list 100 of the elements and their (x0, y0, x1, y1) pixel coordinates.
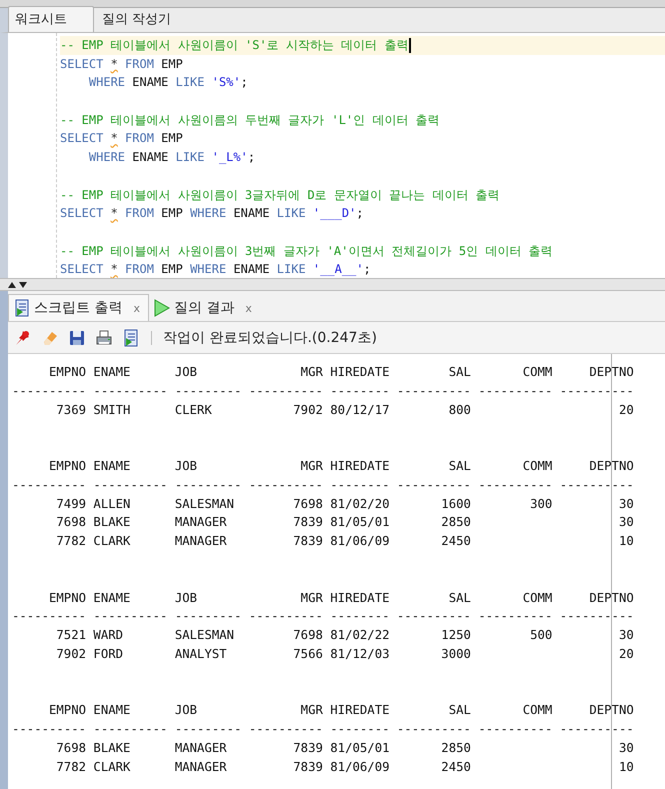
dash-rule: ---------- (560, 721, 634, 738)
table-cell-text: 7839 (292, 740, 323, 757)
table-cell-text: 81/12/03 (330, 646, 390, 663)
table-cell-text: SALESMAN (174, 627, 236, 644)
table-cell-text: MANAGER (174, 533, 228, 550)
table-cell-text: 81/06/09 (330, 758, 390, 776)
table-cell-text: 7839 (292, 533, 323, 550)
table-cell-text: 81/02/22 (330, 627, 390, 644)
table-cell-text: CLARK (93, 533, 132, 550)
column-header: ENAME (93, 458, 132, 475)
column-header: SAL (448, 364, 471, 381)
text-caret (409, 38, 412, 53)
table-cell-text: 300 (529, 496, 552, 513)
dash-rule: -------- (330, 721, 390, 738)
table-cell-text: 10 (618, 533, 634, 550)
table-cell-text: 81/06/09 (330, 533, 390, 550)
column-header: COMM (522, 590, 552, 607)
editor-tab[interactable]: 질의 작성기 (96, 7, 184, 32)
code-line: WHERE ENAME LIKE 'S%'; (88, 74, 248, 92)
column-header: DEPTNO (588, 590, 634, 607)
dash-rule: ---------- (478, 721, 552, 738)
table-cell-text: 80/12/17 (330, 402, 390, 419)
table-cell-text: 30 (618, 496, 634, 513)
close-button[interactable]: x (133, 302, 140, 314)
table-cell-text: 7698 (292, 496, 323, 513)
dash-rule: -------- (330, 608, 390, 626)
table-cell-text: 7782 (55, 758, 86, 776)
column-header: MGR (300, 364, 323, 381)
dash-rule: ---------- (12, 721, 86, 738)
column-header: ENAME (93, 364, 132, 381)
column-header: EMPNO (48, 364, 86, 381)
column-header: JOB (174, 458, 198, 475)
table-cell-text: 7698 (55, 514, 86, 532)
dash-rule: ---------- (478, 476, 552, 494)
dash-rule: ---------- (478, 608, 552, 626)
column-header: COMM (522, 364, 552, 381)
dash-rule: --------- (174, 382, 242, 400)
table-cell-text: 7698 (55, 740, 86, 757)
dash-rule: ---------- (93, 476, 168, 494)
table-cell-text: 2450 (440, 758, 471, 776)
column-header: HIREDATE (330, 364, 390, 381)
table-cell-text: 800 (448, 402, 471, 419)
table-cell-text: 20 (618, 402, 634, 419)
table-cell-text: 7698 (292, 627, 323, 644)
status-text: 작업이 완료되었습니다.(0.247초) (163, 328, 377, 346)
table-cell-text: ALLEN (93, 496, 132, 513)
table-cell-text: CLARK (93, 758, 132, 776)
dash-rule: ---------- (478, 382, 552, 400)
pin-icon[interactable] (14, 328, 32, 346)
code-comment: -- EMP 테이블에서 사원이름이 3글자뒤에 D로 문자열이 끝나는 데이터 출력 (60, 186, 500, 204)
table-cell-text: ANALYST (174, 646, 228, 663)
table-cell-text: CLERK (174, 402, 213, 419)
column-header: JOB (174, 364, 198, 381)
column-header: EMPNO (48, 458, 86, 475)
column-header: JOB (174, 590, 198, 607)
column-header: HIREDATE (330, 702, 390, 720)
table-cell-text: 7369 (55, 402, 86, 419)
column-header: COMM (522, 702, 552, 720)
dash-rule: ---------- (12, 382, 86, 400)
dash-rule: -------- (330, 382, 390, 400)
code-line: SELECT * FROM EMP WHERE ENAME LIKE '__A__'; (60, 261, 371, 278)
column-header: SAL (448, 458, 471, 475)
table-cell-text: 81/02/20 (330, 496, 390, 513)
table-cell-text: MANAGER (174, 740, 228, 757)
code-line: SELECT * FROM EMP WHERE ENAME LIKE '___D'; (60, 205, 364, 222)
code-comment: -- EMP 테이블에서 사원이름의 두번째 글자가 'L'인 데이터 출력 (60, 112, 440, 129)
dash-rule: ---------- (396, 721, 471, 738)
dash-rule: ---------- (560, 382, 634, 400)
table-cell-text: 7499 (55, 496, 86, 513)
code-line: WHERE ENAME LIKE '_L%'; (88, 149, 256, 166)
column-header: DEPTNO (588, 458, 634, 475)
dash-rule: ---------- (93, 608, 168, 626)
document-play-icon[interactable] (122, 328, 140, 346)
code-comment: -- EMP 테이블에서 사원이름이 3번째 글자가 'A'이면서 전체길이가 5인 데이터 출력 (60, 242, 552, 260)
close-button[interactable]: x (245, 302, 252, 314)
table-cell-text: 7566 (292, 646, 323, 663)
column-header: HIREDATE (330, 590, 390, 607)
dash-rule: ---------- (12, 476, 86, 494)
print-icon[interactable] (95, 328, 113, 346)
column-header: MGR (300, 702, 323, 720)
table-cell-text: 7839 (292, 758, 323, 776)
column-header: EMPNO (48, 702, 86, 720)
dash-rule: ---------- (396, 382, 471, 400)
code-comment: -- EMP 테이블에서 사원이름이 'S'로 시작하는 데이터 출력 (60, 37, 408, 54)
save-icon[interactable] (68, 328, 86, 346)
table-cell-text: 7839 (292, 514, 323, 532)
dash-rule: -------- (330, 476, 390, 494)
table-cell-text: 20 (618, 646, 634, 663)
collapse-arrows-icon[interactable] (6, 280, 30, 288)
table-cell-text: BLAKE (93, 740, 132, 757)
output-tab[interactable]: 스크립트 출력 x (8, 294, 149, 321)
column-header: EMPNO (48, 590, 86, 607)
output-tab[interactable]: 질의 결과 x (148, 295, 260, 321)
table-cell-text: 7782 (55, 533, 86, 550)
dash-rule: ---------- (248, 382, 323, 400)
table-cell-text: 2450 (440, 533, 471, 550)
editor-tab[interactable]: 워크시트 (8, 6, 94, 32)
play-icon (152, 299, 171, 317)
table-cell-text: FORD (93, 646, 124, 663)
table-cell-text: SALESMAN (174, 496, 236, 513)
